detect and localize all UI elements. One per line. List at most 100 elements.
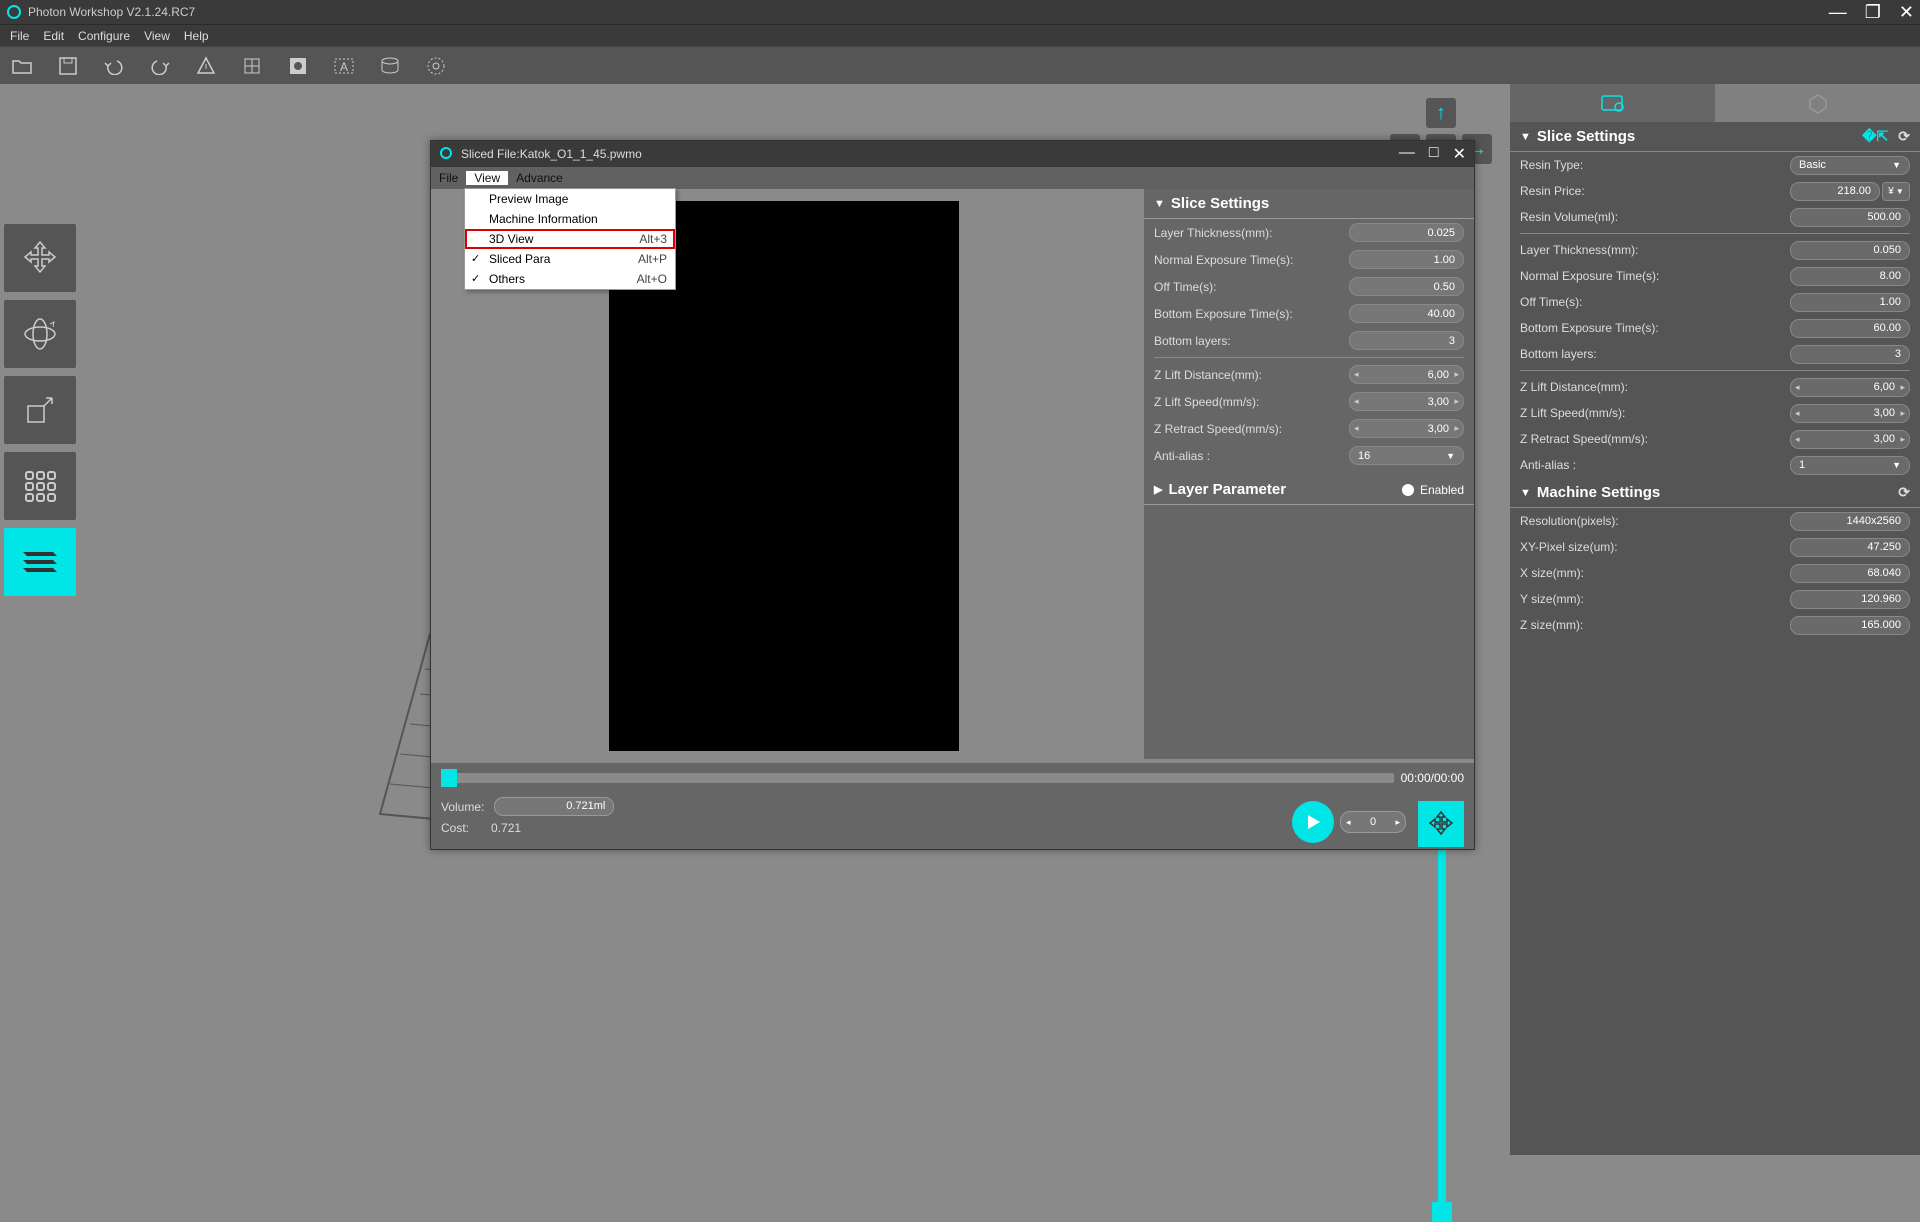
d-z-retract-speed-field[interactable]: 3,00	[1349, 419, 1464, 438]
d-z-lift-dist-field[interactable]: 6,00	[1349, 365, 1464, 384]
d-bottom-layers-field[interactable]: 3	[1349, 331, 1464, 350]
d-layer-thickness-field[interactable]: 0.025	[1349, 223, 1464, 242]
layer-slider-thumb[interactable]	[1432, 1202, 1452, 1222]
dialog-minimize[interactable]: —	[1399, 144, 1415, 164]
anti-alias-label: Anti-alias :	[1520, 458, 1790, 472]
app-titlebar: Photon Workshop V2.1.24.RC7 — ❐ ✕	[0, 0, 1920, 24]
d-off-time-field[interactable]: 0.50	[1349, 277, 1464, 296]
undo-icon[interactable]	[102, 54, 126, 78]
layer-thickness-field[interactable]: 0.050	[1790, 241, 1910, 260]
text-icon[interactable]: A	[332, 54, 356, 78]
rotate-tool[interactable]	[4, 300, 76, 368]
scale-tool[interactable]	[4, 376, 76, 444]
bottom-exposure-label: Bottom Exposure Time(s):	[1520, 321, 1790, 335]
refresh-icon[interactable]: ⟳	[1898, 484, 1910, 501]
cylinder-icon[interactable]	[378, 54, 402, 78]
d-bottom-exposure-field[interactable]: 40.00	[1349, 304, 1464, 323]
bottom-layers-label: Bottom layers:	[1520, 347, 1790, 361]
z-size-field[interactable]: 165.000	[1790, 616, 1910, 635]
menu-view[interactable]: View	[138, 29, 176, 43]
menu-3d-view[interactable]: 3D ViewAlt+3	[465, 229, 675, 249]
dialog-close[interactable]: ✕	[1453, 144, 1466, 164]
pan-button[interactable]	[1418, 801, 1464, 847]
target-icon[interactable]	[286, 54, 310, 78]
volume-label: Volume:	[441, 800, 484, 814]
refresh-icon[interactable]: ⟳	[1898, 128, 1910, 145]
view-dropdown: Preview Image Machine Information 3D Vie…	[464, 188, 676, 290]
z-retract-speed-field[interactable]: 3,00	[1790, 430, 1910, 449]
frame-spinner[interactable]: 0	[1340, 811, 1406, 833]
minimize-button[interactable]: —	[1829, 2, 1847, 23]
close-button[interactable]: ✕	[1899, 2, 1914, 23]
tab-model[interactable]	[1715, 84, 1920, 122]
d-z-retract-speed-label: Z Retract Speed(mm/s):	[1154, 422, 1349, 436]
array-tool[interactable]	[4, 452, 76, 520]
move-tool[interactable]	[4, 224, 76, 292]
import-settings-icon[interactable]: �⇱	[1862, 128, 1888, 145]
main-menubar: File Edit Configure View Help	[0, 24, 1920, 46]
off-time-field[interactable]: 1.00	[1790, 293, 1910, 312]
dialog-menu-advance[interactable]: Advance	[508, 171, 571, 185]
layer-thickness-label: Layer Thickness(mm):	[1520, 243, 1790, 257]
z-lift-dist-field[interactable]: 6,00	[1790, 378, 1910, 397]
y-size-field[interactable]: 120.960	[1790, 590, 1910, 609]
menu-machine-information[interactable]: Machine Information	[465, 209, 675, 229]
nav-up[interactable]: ↑	[1426, 98, 1456, 128]
resin-price-field[interactable]: 218.00	[1790, 182, 1880, 201]
x-size-field[interactable]: 68.040	[1790, 564, 1910, 583]
anti-alias-select[interactable]: 1▼	[1790, 456, 1910, 475]
d-normal-exposure-label: Normal Exposure Time(s):	[1154, 253, 1349, 267]
d-z-lift-speed-field[interactable]: 3,00	[1349, 392, 1464, 411]
slice-settings-header[interactable]: ▼ Slice Settings �⇱ ⟳	[1510, 122, 1920, 152]
tab-settings[interactable]	[1510, 84, 1715, 122]
dialog-maximize[interactable]: □	[1429, 144, 1439, 164]
d-bottom-layers-label: Bottom layers:	[1154, 334, 1349, 348]
enabled-radio[interactable]	[1402, 484, 1414, 496]
play-button[interactable]	[1292, 801, 1334, 843]
frame-slider-thumb[interactable]	[441, 769, 457, 787]
d-z-lift-dist-label: Z Lift Distance(mm):	[1154, 368, 1349, 382]
d-normal-exposure-field[interactable]: 1.00	[1349, 250, 1464, 269]
layer-parameter-header[interactable]: ▶ Layer Parameter Enabled	[1144, 475, 1474, 505]
warning-icon[interactable]	[194, 54, 218, 78]
bottom-layers-field[interactable]: 3	[1790, 345, 1910, 364]
menu-file[interactable]: File	[4, 29, 35, 43]
open-icon[interactable]	[10, 54, 34, 78]
d-z-lift-speed-label: Z Lift Speed(mm/s):	[1154, 395, 1349, 409]
z-lift-speed-field[interactable]: 3,00	[1790, 404, 1910, 423]
redo-icon[interactable]	[148, 54, 172, 78]
dialog-slice-settings-header[interactable]: ▼ Slice Settings	[1144, 189, 1474, 219]
dialog-menu-file[interactable]: File	[431, 171, 466, 185]
xy-pixel-field[interactable]: 47.250	[1790, 538, 1910, 557]
dialog-menu-view[interactable]: View	[466, 171, 508, 185]
maximize-button[interactable]: ❐	[1865, 2, 1881, 23]
slice-tool[interactable]	[4, 528, 76, 596]
d-anti-alias-select[interactable]: 16▼	[1349, 446, 1464, 465]
frame-slider-track[interactable]	[441, 773, 1394, 783]
y-size-label: Y size(mm):	[1520, 592, 1790, 606]
menu-preview-image[interactable]: Preview Image	[465, 189, 675, 209]
menu-others[interactable]: ✓OthersAlt+O	[465, 269, 675, 289]
currency-select[interactable]: ¥▼	[1882, 182, 1910, 201]
cube-icon[interactable]	[240, 54, 264, 78]
check-icon: ✓	[471, 272, 480, 285]
resin-volume-field[interactable]: 500.00	[1790, 208, 1910, 227]
menu-sliced-para[interactable]: ✓Sliced ParaAlt+P	[465, 249, 675, 269]
dialog-icon	[439, 146, 455, 162]
machine-settings-title: Machine Settings	[1537, 484, 1660, 501]
expand-icon: ▶	[1154, 483, 1162, 496]
slice-settings-title: Slice Settings	[1537, 128, 1635, 145]
save-icon[interactable]	[56, 54, 80, 78]
off-time-label: Off Time(s):	[1520, 295, 1790, 309]
menu-help[interactable]: Help	[178, 29, 215, 43]
resolution-field[interactable]: 1440x2560	[1790, 512, 1910, 531]
d-off-time-label: Off Time(s):	[1154, 280, 1349, 294]
gear-dotted-icon[interactable]	[424, 54, 448, 78]
resin-type-select[interactable]: Basic▼	[1790, 156, 1910, 175]
machine-settings-header[interactable]: ▼ Machine Settings ⟳	[1510, 478, 1920, 508]
dialog-bottom-bar: 00:00/00:00 Volume: 0.721ml Cost: 0.721 …	[431, 763, 1474, 849]
bottom-exposure-field[interactable]: 60.00	[1790, 319, 1910, 338]
menu-edit[interactable]: Edit	[37, 29, 70, 43]
menu-configure[interactable]: Configure	[72, 29, 136, 43]
normal-exposure-field[interactable]: 8.00	[1790, 267, 1910, 286]
